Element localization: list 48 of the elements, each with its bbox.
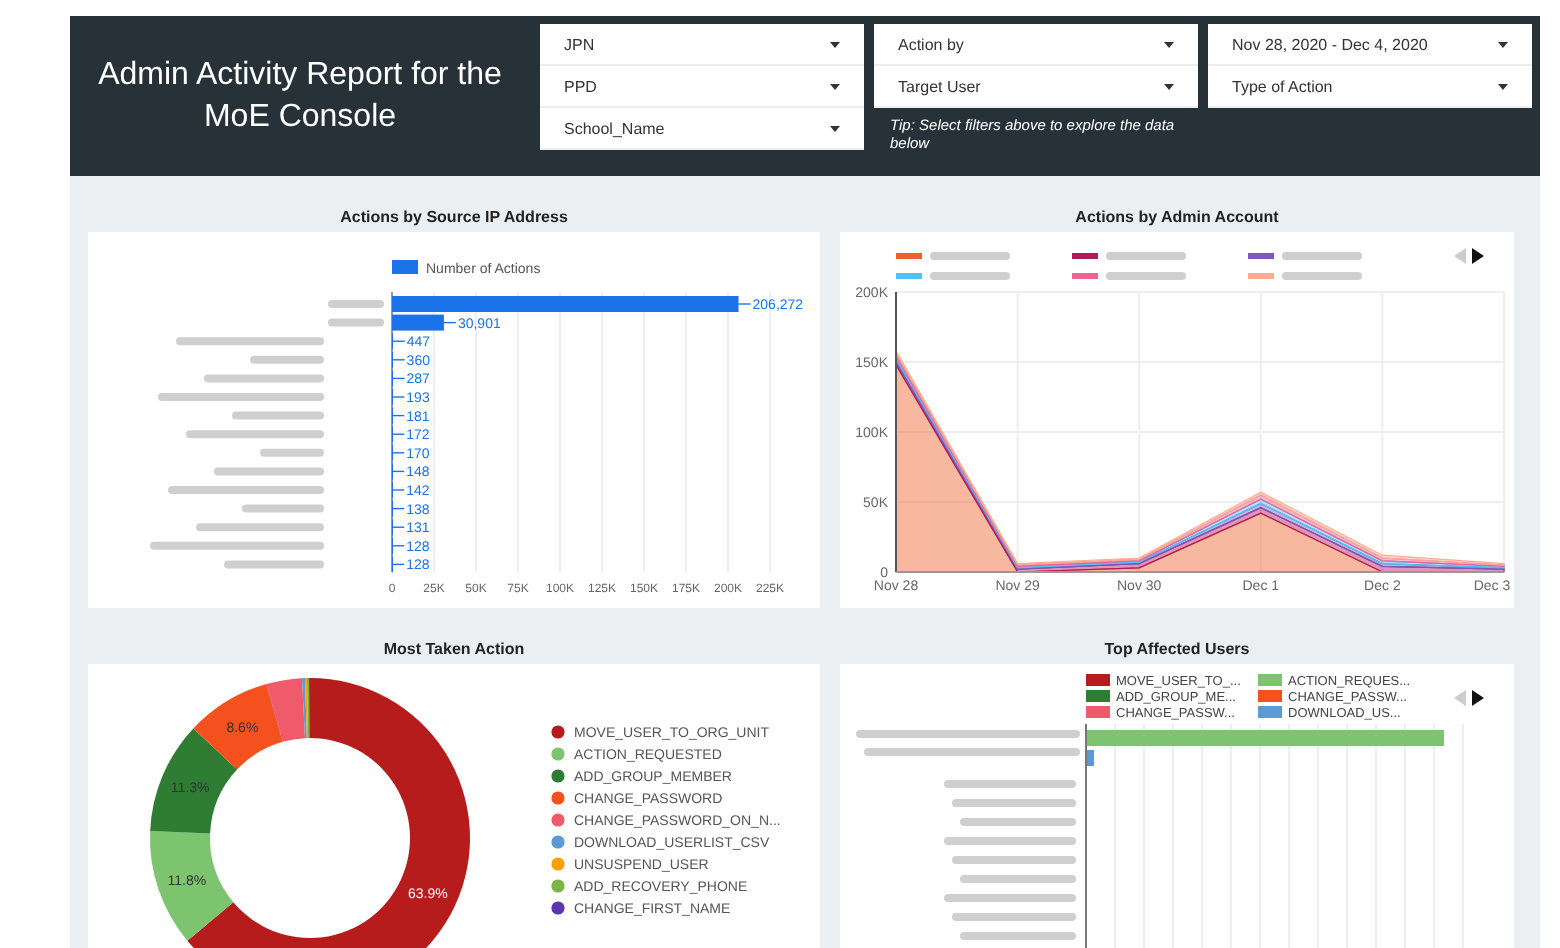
filter-dropdown[interactable]: Type of Action [1208, 66, 1532, 108]
redacted-label [944, 837, 1076, 845]
redacted-label [930, 252, 1010, 260]
redacted-label [196, 523, 324, 532]
chart-title: Most Taken Action [381, 638, 527, 662]
redacted-label [328, 300, 384, 308]
caret-icon [830, 41, 840, 47]
redacted-label [186, 430, 324, 439]
filter-dropdown[interactable]: Target User [874, 66, 1198, 108]
bar [1086, 750, 1094, 766]
report-title: Admin Activity Report for the MoE Console [96, 56, 504, 138]
caret-icon [1498, 41, 1508, 47]
chart-title: Top Affected Users [1102, 638, 1252, 662]
redacted-label [960, 818, 1076, 826]
redacted-label [214, 467, 324, 476]
caret-icon [830, 125, 840, 131]
filter-dropdown[interactable]: PPD [540, 66, 864, 108]
redacted-label [952, 799, 1076, 807]
redacted-label [1282, 252, 1362, 260]
redacted-label [204, 374, 324, 383]
chart-title: Actions by Source IP Address [338, 206, 570, 230]
filter-dropdown[interactable]: Nov 28, 2020 - Dec 4, 2020 [1208, 24, 1532, 66]
redacted-label [952, 913, 1076, 921]
filter-dropdown[interactable]: Action by [874, 24, 1198, 66]
redacted-label [960, 932, 1076, 940]
redacted-label [1106, 272, 1186, 280]
redacted-label [328, 318, 384, 327]
next-arrow-icon[interactable] [1472, 690, 1484, 706]
filter-dropdown[interactable]: School_Name [540, 108, 864, 150]
redacted-label [232, 411, 324, 420]
filter-dropdown[interactable]: JPN [540, 24, 864, 66]
redacted-label [944, 894, 1076, 902]
redacted-label [260, 448, 324, 457]
caret-icon [1164, 41, 1174, 47]
redacted-label [960, 875, 1076, 883]
redacted-label [930, 272, 1010, 280]
redacted-label [242, 504, 324, 513]
redacted-label [944, 780, 1076, 788]
next-arrow-icon[interactable] [1472, 248, 1484, 264]
chart-title: Actions by Admin Account [1073, 206, 1281, 230]
redacted-label [1106, 252, 1186, 260]
redacted-label [952, 856, 1076, 864]
redacted-label [1282, 272, 1362, 280]
caret-icon [1164, 83, 1174, 89]
redacted-label [224, 560, 324, 569]
caret-icon [1498, 83, 1508, 89]
redacted-label [250, 355, 324, 364]
caret-icon [830, 83, 840, 89]
